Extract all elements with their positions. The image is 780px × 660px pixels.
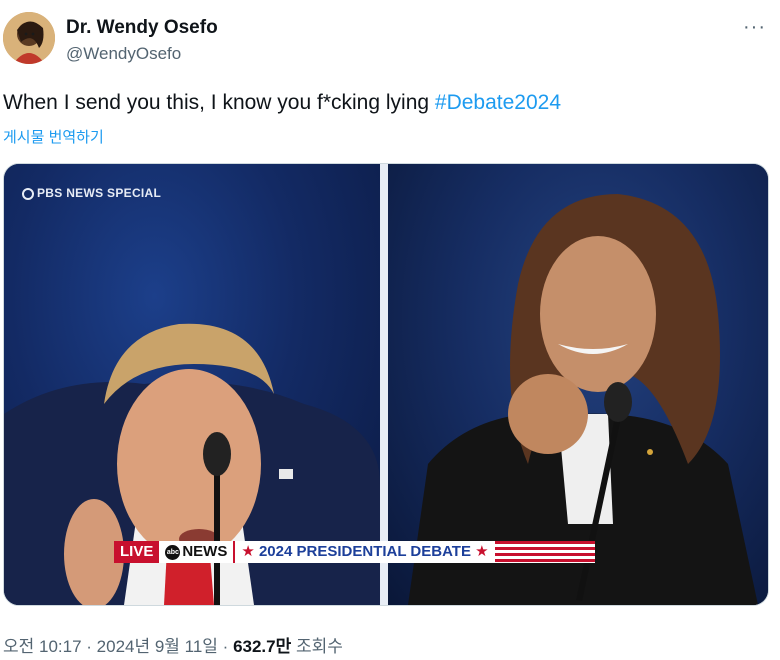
pbs-logo-icon <box>22 188 34 200</box>
speaker-right-image <box>408 194 758 605</box>
star-icon: ★ <box>475 543 489 560</box>
author-name[interactable]: Dr. Wendy Osefo <box>66 17 218 39</box>
flag-stripes <box>494 541 595 563</box>
pbs-watermark: PBS NEWS SPECIAL <box>22 186 161 200</box>
hashtag-link[interactable]: #Debate2024 <box>435 91 561 114</box>
tweet-header: Dr. Wendy Osefo @WendyOsefo ··· <box>0 0 780 80</box>
views-label: 조회수 <box>291 637 343 656</box>
lower-third-banner: LIVE abc NEWS ★ 2024 PRESIDENTIAL DEBATE … <box>114 541 595 563</box>
separator: · <box>217 637 234 656</box>
tweet-body: When I send you this, I know you f*cking… <box>3 91 435 114</box>
star-icon: ★ <box>241 543 255 560</box>
debate-title: ★ 2024 PRESIDENTIAL DEBATE ★ <box>233 541 495 563</box>
tweet-metadata: 오전 10:17 · 2024년 9월 11일 · 632.7만 조회수 <box>3 632 343 657</box>
tweet-date[interactable]: 2024년 9월 11일 <box>97 637 218 656</box>
split-screen-divider <box>380 164 388 605</box>
media-right-panel <box>388 164 768 605</box>
tweet-media[interactable]: PBS NEWS SPECIAL LIVE abc NEWS ★ 2024 PRE… <box>3 163 769 606</box>
debate-title-text: 2024 PRESIDENTIAL DEBATE <box>258 543 471 560</box>
tweet-text: When I send you this, I know you f*cking… <box>3 91 561 115</box>
translate-post-link[interactable]: 게시물 번역하기 <box>3 126 104 147</box>
avatar[interactable] <box>3 12 55 64</box>
pbs-watermark-text: PBS NEWS SPECIAL <box>37 186 162 200</box>
views-count: 632.7만 <box>233 637 292 656</box>
author-handle[interactable]: @WendyOsefo <box>66 44 181 64</box>
network-text: NEWS <box>182 543 228 560</box>
speaker-left-image <box>4 323 380 605</box>
abc-logo-icon: abc <box>165 544 181 560</box>
separator: · <box>81 637 97 656</box>
tweet-time[interactable]: 오전 10:17 <box>3 637 82 656</box>
avatar-image <box>3 12 55 64</box>
media-left-panel: PBS NEWS SPECIAL <box>4 164 380 605</box>
network-label: abc NEWS <box>159 541 234 563</box>
more-options-icon[interactable]: ··· <box>743 16 766 39</box>
live-badge: LIVE <box>114 541 160 563</box>
